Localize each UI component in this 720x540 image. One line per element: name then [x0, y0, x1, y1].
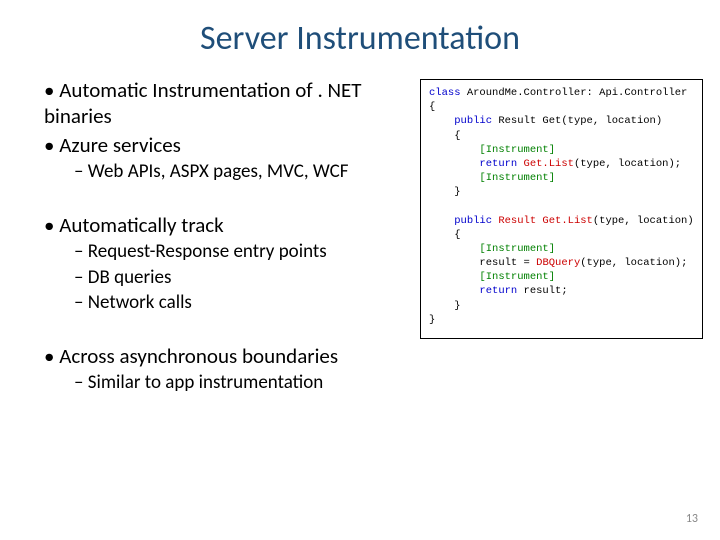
bullet: Automatic Instrumentation of . NET binar…	[44, 77, 420, 130]
bullet-column: Automatic Instrumentation of . NET binar…	[40, 77, 420, 397]
code-token: Get.List	[524, 158, 574, 170]
code-token: [Instrument]	[479, 243, 555, 255]
code-token: [Instrument]	[479, 172, 555, 184]
code-token: Result Get(type, location)	[498, 115, 662, 127]
code-token: {	[454, 130, 460, 142]
code-token: : Api.Controller	[587, 87, 688, 99]
code-snippet: class AroundMe.Controller: Api.Controlle…	[420, 79, 703, 339]
code-token: public	[454, 215, 498, 227]
sub-bullet: Request-Response entry points	[74, 240, 420, 264]
bullet: Automatically track	[44, 212, 420, 238]
code-token: Result Get.List	[498, 215, 593, 227]
code-token: (type, location);	[574, 158, 681, 170]
code-token: {	[454, 229, 460, 241]
code-token: (type, location);	[580, 257, 687, 269]
code-token: [Instrument]	[479, 144, 555, 156]
code-token: return	[479, 285, 523, 297]
code-token: result =	[479, 257, 536, 269]
code-token: [Instrument]	[479, 271, 555, 283]
code-token: result;	[524, 285, 568, 297]
code-token: AroundMe.Controller	[467, 87, 587, 99]
slide-title: Server Instrumentation	[40, 18, 680, 59]
slide-body: Automatic Instrumentation of . NET binar…	[40, 77, 680, 397]
code-token: class	[429, 87, 467, 99]
sub-bullet: Similar to app instrumentation	[74, 371, 420, 395]
code-token: public	[454, 115, 498, 127]
page-number: 13	[686, 512, 698, 526]
sub-bullet: Web APIs, ASPX pages, MVC, WCF	[74, 160, 420, 184]
bullet: Azure services	[44, 132, 420, 158]
sub-bullet: Network calls	[74, 291, 420, 315]
bullet: Across asynchronous boundaries	[44, 343, 420, 369]
code-token: (type, location)	[593, 215, 694, 227]
code-token: }	[429, 314, 435, 326]
code-token: }	[454, 300, 460, 312]
code-token: }	[454, 186, 460, 198]
code-token: {	[429, 101, 435, 113]
code-token: return	[479, 158, 523, 170]
sub-bullet: DB queries	[74, 266, 420, 290]
code-token: DBQuery	[536, 257, 580, 269]
